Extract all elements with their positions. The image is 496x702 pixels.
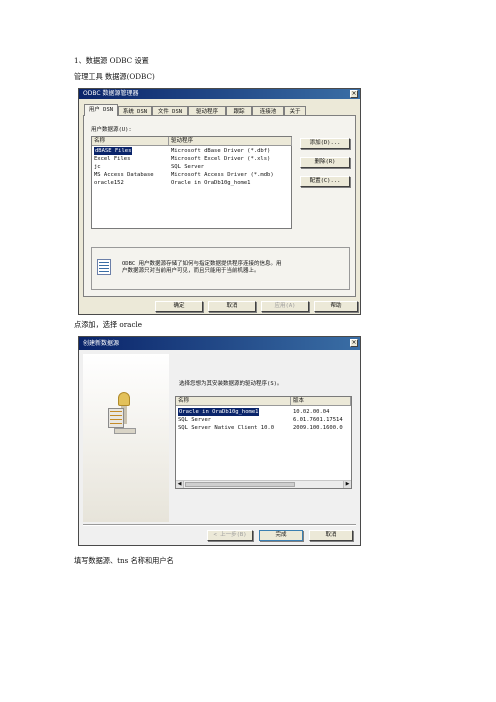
- close-button[interactable]: ×: [350, 90, 358, 98]
- dsn-name: jc: [94, 164, 101, 170]
- dsn-name: oracle152: [94, 180, 124, 186]
- driver-version: 2009.100.1600.0: [293, 425, 343, 431]
- dsn-driver: Oracle in OraDb10g_home1: [171, 180, 251, 186]
- close-button[interactable]: ×: [350, 339, 358, 347]
- table-row[interactable]: MS Access Database Microsoft Access Driv…: [92, 171, 291, 179]
- user-dsn-group-label: 用户数据源(U):: [91, 127, 132, 133]
- driver-version: 10.02.00.04: [293, 409, 330, 415]
- wizard-sidebar: [83, 354, 169, 522]
- dsn-name: dBASE Files: [94, 147, 133, 155]
- scroll-left-icon[interactable]: ◀: [176, 481, 184, 488]
- cancel-button[interactable]: 取消: [309, 530, 353, 541]
- dsn-driver: SQL Server: [171, 164, 205, 170]
- info-text-line-2: 户数据源只对当前用户可见，而且只能用于当前机器上。: [122, 268, 260, 274]
- step-add-oracle-text: 点添加，选择 oracle: [74, 320, 143, 329]
- table-row[interactable]: dBASE Files Microsoft dBase Driver (*.db…: [92, 147, 291, 155]
- tab-user-dsn[interactable]: 用户 DSN: [84, 104, 118, 116]
- ok-button[interactable]: 确定: [155, 301, 203, 312]
- database-wizard-icon: [108, 392, 138, 436]
- new-ds-dialog-title: 创建新数据源: [83, 340, 120, 347]
- data-source-icon: [97, 259, 111, 275]
- column-header-driver[interactable]: 驱动程序: [169, 137, 292, 146]
- info-text-line-1: ODBC 用户数据源存储了如何与指定数据提供程序连接的信息。用: [122, 261, 282, 267]
- footer-divider: [83, 524, 356, 526]
- dsn-driver: Microsoft dBase Driver (*.dbf): [171, 148, 271, 154]
- table-row[interactable]: SQL Server Native Client 10.0 2009.100.1…: [176, 424, 351, 432]
- column-header-name[interactable]: 名称: [176, 397, 291, 406]
- table-row[interactable]: oracle152 Oracle in OraDb10g_home1: [92, 179, 291, 187]
- help-button[interactable]: 帮助: [314, 301, 358, 312]
- column-header-version[interactable]: 版本: [291, 397, 351, 406]
- dsn-name: MS Access Database: [94, 172, 154, 178]
- odbc-dialog-titlebar: ODBC 数据源管理器 ×: [79, 89, 360, 99]
- horizontal-scrollbar[interactable]: ◀ ▶: [176, 480, 351, 488]
- user-dsn-list[interactable]: 名称 驱动程序 dBASE Files Microsoft dBase Driv…: [91, 136, 292, 229]
- info-box: ODBC 用户数据源存储了如何与指定数据提供程序连接的信息。用 户数据源只对当前…: [91, 247, 350, 290]
- dsn-driver: Microsoft Access Driver (*.mdb): [171, 172, 274, 178]
- odbc-admin-dialog: ODBC 数据源管理器 × 用户 DSN 系统 DSN 文件 DSN 驱动程序 …: [78, 88, 361, 315]
- scroll-right-icon[interactable]: ▶: [343, 481, 351, 488]
- add-button[interactable]: 添加(D)...: [300, 138, 350, 149]
- table-row[interactable]: SQL Server 6.01.7601.17514: [176, 416, 351, 424]
- table-row[interactable]: Oracle in OraDb10g_home1 10.02.00.04: [176, 408, 351, 416]
- driver-name: Oracle in OraDb10g_home1: [178, 408, 260, 416]
- scroll-thumb[interactable]: [185, 482, 295, 487]
- driver-name: SQL Server: [178, 417, 212, 423]
- cancel-button[interactable]: 取消: [208, 301, 256, 312]
- back-button[interactable]: < 上一步(B): [207, 530, 253, 541]
- finish-button[interactable]: 完成: [259, 530, 303, 541]
- driver-list[interactable]: 名称 版本 Oracle in OraDb10g_home1 10.02.00.…: [175, 396, 352, 489]
- dsn-name: Excel Files: [94, 156, 131, 162]
- table-row[interactable]: jc SQL Server: [92, 163, 291, 171]
- dsn-driver: Microsoft Excel Driver (*.xls): [171, 156, 271, 162]
- new-ds-titlebar: 创建新数据源 ×: [79, 337, 360, 350]
- driver-name: SQL Server Native Client 10.0: [178, 425, 275, 431]
- remove-button[interactable]: 删除(R): [300, 157, 350, 168]
- table-row[interactable]: Excel Files Microsoft Excel Driver (*.xl…: [92, 155, 291, 163]
- admin-path-text: 管理工具 数据源(ODBC): [74, 72, 155, 81]
- driver-version: 6.01.7601.17514: [293, 417, 343, 423]
- configure-button[interactable]: 配置(C)...: [300, 176, 350, 187]
- create-new-data-source-dialog: 创建新数据源 × 选择您想为其安装数据源的驱动程序(S)。 名称 版本 Orac…: [78, 336, 361, 546]
- user-dsn-panel: 用户数据源(U): 名称 驱动程序 dBASE Files Microsoft …: [83, 115, 356, 297]
- driver-prompt: 选择您想为其安装数据源的驱动程序(S)。: [179, 381, 283, 387]
- column-header-name[interactable]: 名称: [92, 137, 169, 146]
- odbc-dialog-title: ODBC 数据源管理器: [83, 90, 139, 97]
- step-fill-details-text: 填写数据源、tns 名称和用户名: [74, 556, 174, 565]
- apply-button[interactable]: 应用(A): [261, 301, 309, 312]
- section-heading: 1、数据源 ODBC 设置: [74, 56, 149, 65]
